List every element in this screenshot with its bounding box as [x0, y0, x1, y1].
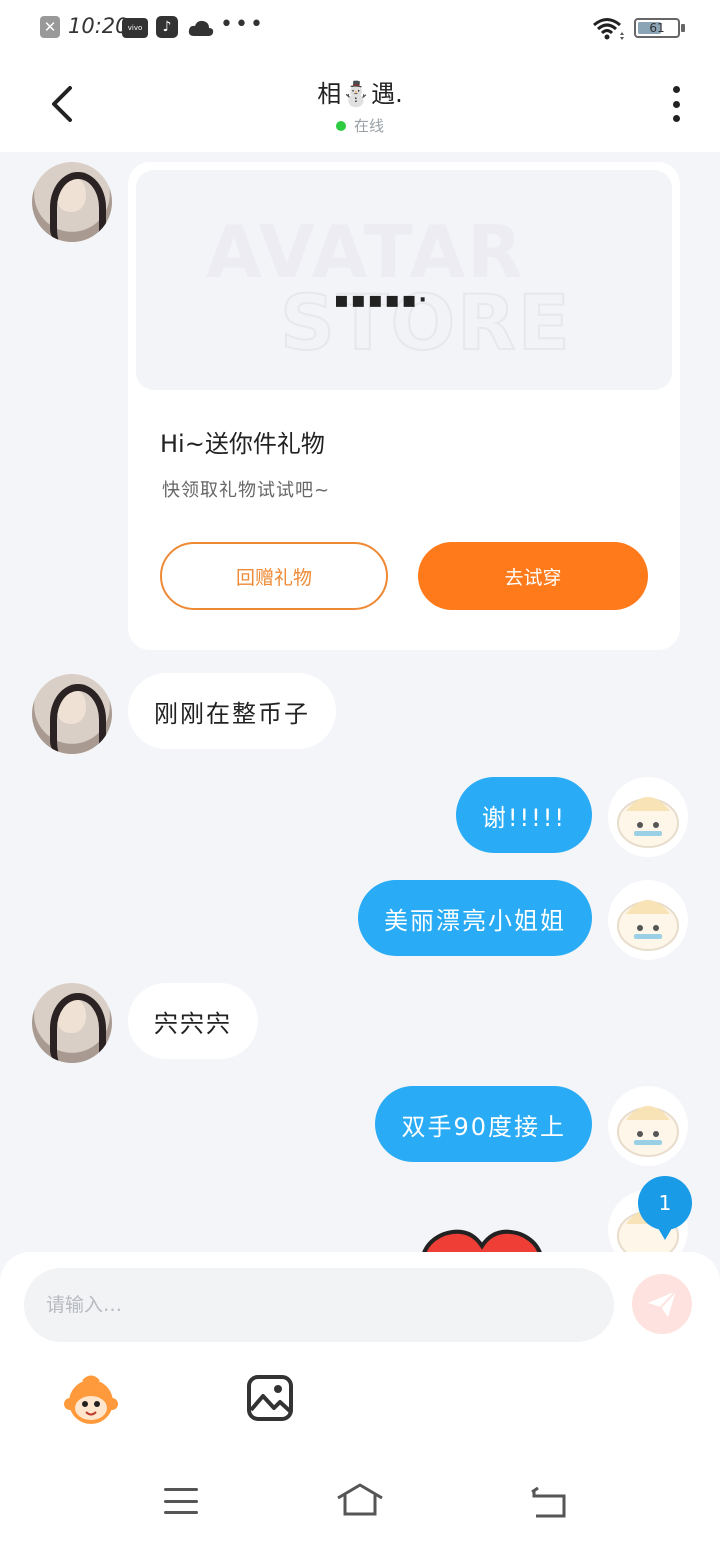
contact-avatar[interactable]	[32, 674, 112, 754]
more-dot	[672, 115, 680, 122]
menu-line	[164, 1511, 198, 1514]
gift-image[interactable]: AVATAR STORE ▪▪▪▪▪·	[136, 170, 672, 390]
system-back-button[interactable]	[530, 1484, 568, 1518]
home-button[interactable]	[336, 1482, 384, 1518]
more-dots-icon: •••	[220, 12, 265, 37]
send-button[interactable]	[632, 1274, 692, 1334]
message-bubble-outgoing[interactable]: 双手90度接上	[375, 1086, 592, 1162]
cloud-icon	[188, 20, 214, 36]
vivo-icon: vivo	[122, 18, 148, 38]
gift-subtitle: 快领取礼物试试吧~	[162, 480, 331, 501]
message-bubble-incoming[interactable]: 刚刚在整币子	[128, 673, 336, 749]
return-gift-button[interactable]: 回赠礼物	[160, 542, 388, 610]
online-status: 在线	[0, 115, 720, 136]
more-options-button[interactable]	[668, 86, 684, 122]
online-dot-icon	[335, 120, 346, 131]
contact-avatar[interactable]	[32, 983, 112, 1063]
system-nav-bar	[0, 1460, 720, 1544]
message-bubble-outgoing[interactable]: 美丽漂亮小姐姐	[358, 880, 592, 956]
unread-count-badge[interactable]: 1	[638, 1176, 692, 1240]
chick-avatar-icon	[617, 900, 679, 951]
gift-title: Hi~送你件礼物	[160, 430, 325, 458]
tiktok-icon: ♪	[156, 16, 178, 38]
close-box-icon: ✕	[40, 16, 60, 38]
online-status-text: 在线	[353, 117, 384, 135]
battery-cap	[681, 24, 685, 32]
message-input[interactable]	[24, 1268, 614, 1342]
wifi-icon	[593, 18, 624, 40]
gift-card-message: AVATAR STORE ▪▪▪▪▪· Hi~送你件礼物 快领取礼物试试吧~ 回…	[128, 162, 680, 650]
image-loading-indicator: ▪▪▪▪▪·	[334, 288, 429, 313]
battery-icon: 61	[634, 18, 680, 38]
menu-line	[164, 1499, 198, 1503]
status-time: 10:20	[68, 14, 129, 38]
message-bubble-outgoing[interactable]: 谢!!!!!	[455, 777, 592, 853]
image-picker-icon[interactable]	[246, 1374, 294, 1422]
send-icon	[648, 1290, 677, 1317]
try-on-button[interactable]: 去试穿	[418, 542, 648, 610]
emoji-sticker-icon[interactable]	[62, 1372, 120, 1428]
my-avatar[interactable]	[608, 777, 688, 857]
recent-apps-button[interactable]	[164, 1488, 198, 1514]
contact-name: 相⛄遇.	[317, 80, 403, 108]
my-avatar[interactable]	[608, 880, 688, 960]
chick-avatar-icon	[617, 797, 679, 848]
my-avatar[interactable]	[608, 1086, 688, 1166]
contact-avatar[interactable]	[32, 162, 112, 242]
more-dot	[672, 100, 680, 108]
battery-text: 61	[649, 21, 665, 35]
menu-line	[164, 1488, 198, 1491]
message-bubble-incoming[interactable]: 宍宍宍	[128, 983, 258, 1059]
more-dot	[672, 86, 680, 93]
chat-title-area: 相⛄遇. 在线	[0, 74, 720, 136]
status-bar: ✕ 10:20 vivo ♪ ••• 61	[0, 0, 720, 56]
chick-avatar-icon	[617, 1106, 679, 1157]
chat-header: 相⛄遇. 在线	[0, 56, 720, 152]
